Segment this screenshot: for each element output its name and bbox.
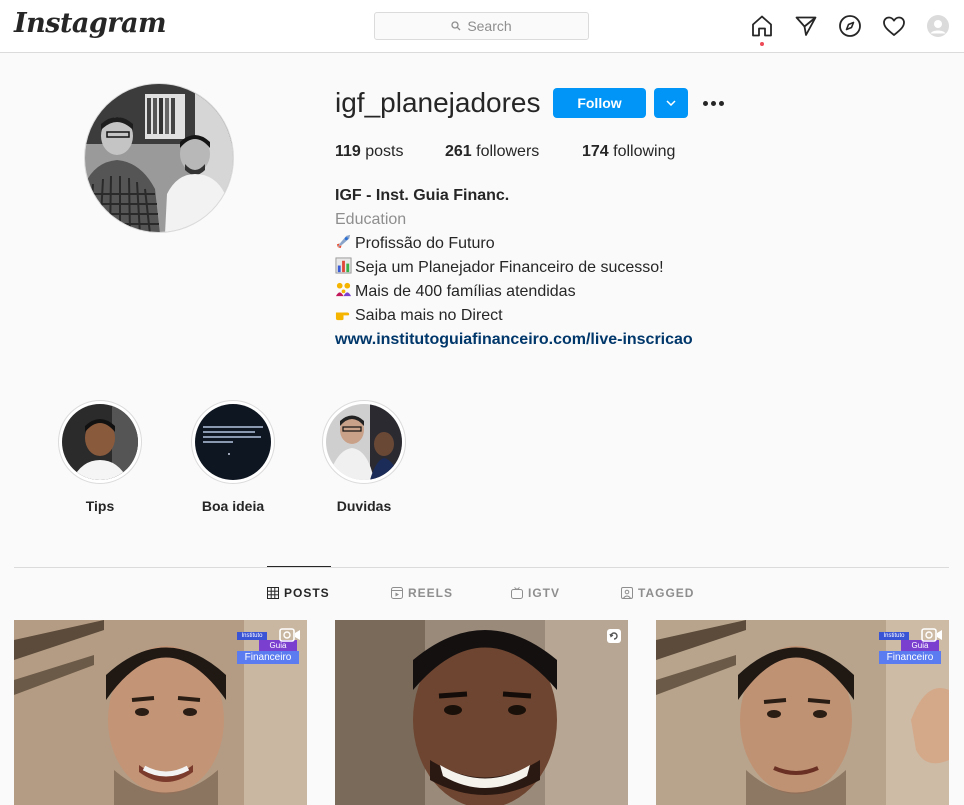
post-thumbnail[interactable] xyxy=(335,620,628,805)
highlight-label: Boa ideia xyxy=(201,498,265,514)
profile-avatar[interactable] xyxy=(84,83,234,233)
bio-line: Mais de 400 famílias atendidas xyxy=(335,280,693,304)
posts-count: 119 posts xyxy=(335,143,404,161)
follow-button[interactable]: Follow xyxy=(553,88,646,118)
igtv-icon xyxy=(511,587,523,599)
video-icon xyxy=(279,628,300,642)
highlight-label: Tips xyxy=(85,498,115,514)
instagram-logo[interactable]: Instagram xyxy=(14,8,167,39)
grid-icon xyxy=(267,587,279,599)
profile-username: igf_planejadores xyxy=(335,87,541,118)
watermark-line: Financeiro xyxy=(237,651,299,664)
dot xyxy=(702,100,708,106)
followers-count-label: followers xyxy=(471,143,540,160)
bio-line: Saiba mais no Direct xyxy=(335,304,693,328)
bar-chart-emoji-icon xyxy=(335,257,352,274)
highlight-boa-ideia[interactable]: Boa ideia xyxy=(191,400,275,514)
watermark-line: Instituto xyxy=(879,632,909,640)
direct-message-icon[interactable] xyxy=(793,13,819,39)
bio-line-text: Seja um Planejador Financeiro de sucesso… xyxy=(355,259,664,276)
more-options-button[interactable] xyxy=(700,92,726,114)
following-count-number: 174 xyxy=(582,143,609,160)
search-icon xyxy=(451,21,461,31)
followers-count-number: 261 xyxy=(445,143,472,160)
profile-full-name: IGF - Inst. Guia Financ. xyxy=(335,187,510,204)
tab-tagged[interactable]: TAGGED xyxy=(621,586,694,600)
bio-line: Profissão do Futuro xyxy=(335,232,693,256)
search-placeholder: Search xyxy=(467,18,512,34)
followers-link[interactable]: 261 followers xyxy=(445,143,539,161)
highlight-ring xyxy=(58,400,142,484)
dot xyxy=(718,100,724,106)
reels-icon xyxy=(391,587,403,599)
tab-label: POSTS xyxy=(284,586,330,600)
highlight-duvidas[interactable]: Duvidas xyxy=(322,400,406,514)
tab-label: IGTV xyxy=(528,586,561,600)
tab-reels[interactable]: REELS xyxy=(391,586,453,600)
pointing-hand-emoji-icon xyxy=(335,312,350,321)
tagged-icon xyxy=(621,587,633,599)
highlight-cover xyxy=(62,404,138,480)
home-icon[interactable] xyxy=(749,13,775,39)
post-thumbnail[interactable]: Instituto Guia Financeiro xyxy=(14,620,307,805)
dot xyxy=(710,100,716,106)
active-tab-indicator xyxy=(267,566,331,567)
chevron-down-icon xyxy=(666,100,676,106)
tab-label: TAGGED xyxy=(638,586,695,600)
post-thumbnail[interactable]: Instituto Guia Financeiro xyxy=(656,620,949,805)
highlight-ring xyxy=(191,400,275,484)
watermark-line: Instituto xyxy=(237,632,267,640)
tab-posts[interactable]: POSTS xyxy=(267,586,330,600)
search-input[interactable]: Search xyxy=(374,12,589,40)
activity-heart-icon[interactable] xyxy=(881,13,907,39)
carousel-icon xyxy=(607,629,621,643)
watermark-line: Financeiro xyxy=(879,651,941,664)
bio-line: Seja um Planejador Financeiro de sucesso… xyxy=(335,256,693,280)
notification-dot xyxy=(760,42,764,46)
highlight-ring xyxy=(322,400,406,484)
highlight-cover xyxy=(195,404,271,480)
rocket-emoji-icon xyxy=(336,234,351,249)
following-count-label: following xyxy=(608,143,676,160)
tab-label: REELS xyxy=(408,586,454,600)
top-navigation-bar: Instagram Search xyxy=(0,0,964,53)
posts-count-label: posts xyxy=(360,143,404,160)
suggested-accounts-dropdown-button[interactable] xyxy=(654,88,688,118)
bio-line-text: Mais de 400 famílias atendidas xyxy=(355,283,576,300)
bio-line-text: Saiba mais no Direct xyxy=(355,307,503,324)
profile-bio: IGF - Inst. Guia Financ. Education Profi… xyxy=(335,184,693,352)
profile-category: Education xyxy=(335,211,407,228)
bio-website-link[interactable]: www.institutoguiafinanceiro.com/live-ins… xyxy=(335,328,693,352)
video-icon xyxy=(921,628,942,642)
bio-line-text: Profissão do Futuro xyxy=(355,235,495,252)
tab-igtv[interactable]: IGTV xyxy=(511,586,560,600)
highlight-cover xyxy=(326,404,402,480)
posts-count-number: 119 xyxy=(335,143,361,160)
explore-compass-icon[interactable] xyxy=(837,13,863,39)
profile-avatar-icon[interactable] xyxy=(925,13,951,39)
highlight-tips[interactable]: Tips xyxy=(58,400,142,514)
highlight-label: Duvidas xyxy=(336,498,392,514)
tabs-divider xyxy=(14,567,949,568)
family-emoji-icon xyxy=(335,282,352,297)
following-link[interactable]: 174 following xyxy=(582,143,675,161)
